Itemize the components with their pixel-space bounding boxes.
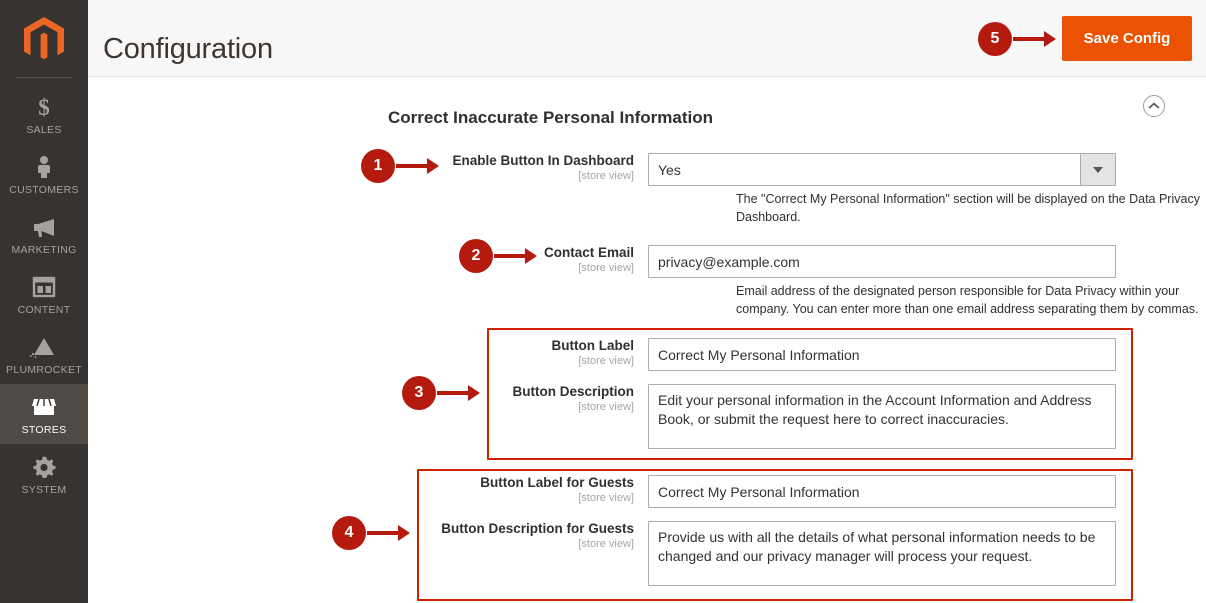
field-label-button-description: Button Description [store view] — [348, 384, 648, 449]
save-config-button[interactable]: Save Config — [1062, 16, 1192, 61]
field-row-button-description-guests: Button Description for Guests [store vie… — [278, 521, 1116, 586]
sidebar-item-label: PLUMROCKET — [6, 364, 82, 376]
field-label-text: Button Description — [512, 384, 635, 399]
section-title: Correct Inaccurate Personal Information — [388, 108, 713, 128]
field-scope-text: [store view] — [578, 492, 634, 504]
sidebar-item-system[interactable]: SYSTEM — [0, 444, 88, 504]
sidebar-item-label: STORES — [21, 424, 67, 436]
person-icon — [33, 153, 55, 181]
sidebar-item-label: CONTENT — [17, 304, 71, 316]
page-header: Configuration Save Config — [88, 0, 1206, 77]
field-scope-text: [store view] — [578, 355, 634, 367]
field-scope-text: [store view] — [578, 170, 634, 182]
field-label-enable-button: Enable Button In Dashboard [store view] — [348, 153, 648, 186]
field-label-button-label: Button Label [store view] — [348, 338, 648, 371]
field-label-text: Button Description for Guests — [441, 521, 634, 536]
field-hint-enable-button: The "Correct My Personal Information" se… — [736, 192, 1200, 224]
sidebar-item-marketing[interactable]: MARKETING — [0, 204, 88, 264]
field-scope-text: [store view] — [578, 262, 634, 274]
field-scope-text: [store view] — [578, 538, 634, 550]
configuration-content: Correct Inaccurate Personal Information … — [88, 77, 1206, 603]
field-hint-contact-email: Email address of the designated person r… — [736, 284, 1199, 316]
storefront-icon — [30, 393, 58, 421]
button-label-input[interactable] — [648, 338, 1116, 371]
contact-email-input[interactable] — [648, 245, 1116, 278]
svg-text:$: $ — [38, 95, 50, 120]
pyramid-icon — [29, 333, 59, 361]
field-label-contact-email: Contact Email [store view] — [348, 245, 648, 278]
admin-sidebar: $ SALES CUSTOMERS MARKETING CONTENT PLUM… — [0, 0, 88, 603]
field-row-contact-email: Contact Email [store view] — [348, 245, 1116, 278]
field-label-text: Contact Email — [543, 245, 634, 260]
sidebar-item-stores[interactable]: STORES — [0, 384, 88, 444]
sidebar-item-content[interactable]: CONTENT — [0, 264, 88, 324]
field-row-enable-button: Enable Button In Dashboard [store view] … — [348, 153, 1116, 186]
button-description-textarea[interactable]: Edit your personal information in the Ac… — [648, 384, 1116, 449]
megaphone-icon — [30, 213, 58, 241]
enable-button-select-wrap: Yes No — [648, 153, 1116, 186]
sidebar-item-label: SALES — [26, 124, 62, 136]
field-label-text: Button Label for Guests — [480, 475, 634, 490]
section-header: Correct Inaccurate Personal Information — [88, 94, 1178, 127]
page-title: Configuration — [103, 33, 273, 66]
dollar-icon: $ — [33, 93, 55, 121]
field-label-button-label-guests: Button Label for Guests [store view] — [278, 475, 648, 508]
field-row-button-description: Button Description [store view] Edit you… — [348, 384, 1116, 449]
chevron-up-icon[interactable] — [1143, 95, 1165, 117]
sidebar-item-label: MARKETING — [11, 244, 77, 256]
field-label-button-description-guests: Button Description for Guests [store vie… — [278, 521, 648, 586]
sidebar-item-label: CUSTOMERS — [9, 184, 79, 196]
admin-configuration-page: $ SALES CUSTOMERS MARKETING CONTENT PLUM… — [0, 0, 1206, 603]
enable-button-select[interactable]: Yes No — [648, 153, 1116, 186]
sidebar-item-label: SYSTEM — [21, 484, 67, 496]
field-row-button-label-guests: Button Label for Guests [store view] — [278, 475, 1116, 508]
magento-logo[interactable] — [0, 0, 88, 77]
chevron-up-glyph — [1148, 102, 1160, 109]
sidebar-item-sales[interactable]: $ SALES — [0, 84, 88, 144]
sidebar-item-customers[interactable]: CUSTOMERS — [0, 144, 88, 204]
field-label-text: Button Label — [551, 338, 635, 353]
field-scope-text: [store view] — [578, 401, 634, 413]
sidebar-divider — [16, 77, 72, 78]
gear-icon — [31, 453, 57, 481]
button-label-guests-input[interactable] — [648, 475, 1116, 508]
field-row-button-label: Button Label [store view] — [348, 338, 1116, 371]
magento-logo-icon — [24, 16, 64, 59]
layout-icon — [31, 273, 57, 301]
field-label-text: Enable Button In Dashboard — [452, 153, 634, 168]
sidebar-item-plumrocket[interactable]: PLUMROCKET — [0, 324, 88, 384]
button-description-guests-textarea[interactable]: Provide us with all the details of what … — [648, 521, 1116, 586]
